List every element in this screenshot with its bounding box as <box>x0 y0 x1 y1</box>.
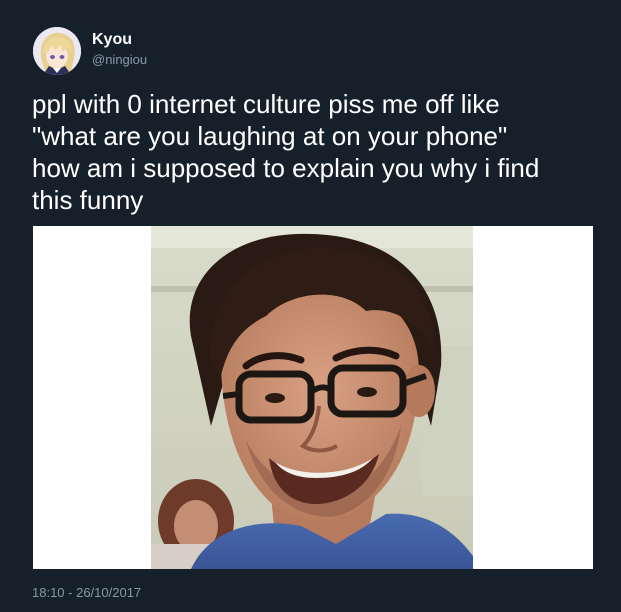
anime-avatar-icon <box>33 27 81 75</box>
photo-smiling-man-glasses-icon <box>151 226 473 569</box>
tweet-timestamp[interactable]: 18:10 - 26/10/2017 <box>32 585 141 601</box>
display-name[interactable]: Kyou <box>92 30 132 50</box>
tweet: Kyou @ningiou ppl with 0 internet cultur… <box>0 0 621 612</box>
user-handle[interactable]: @ningiou <box>92 52 147 68</box>
avatar[interactable] <box>33 27 81 75</box>
tweet-text: ppl with 0 internet culture piss me off … <box>32 89 540 215</box>
tweet-media[interactable] <box>33 226 593 569</box>
